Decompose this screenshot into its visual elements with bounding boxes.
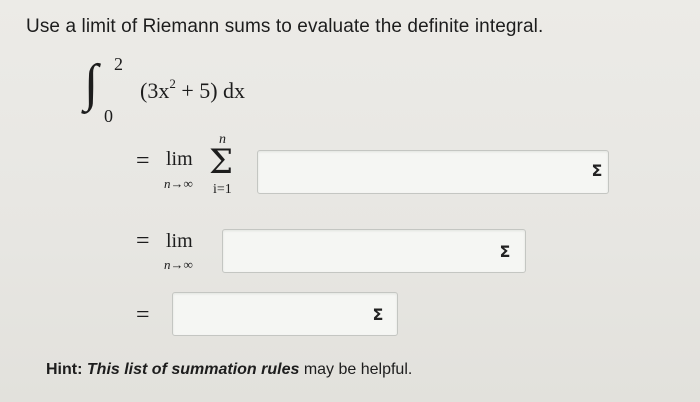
question-title: Use a limit of Riemann sums to evaluate … — [26, 16, 544, 37]
step1-sigma-button[interactable]: Σ — [587, 161, 607, 181]
step1-sigma-symbol: Σ — [209, 142, 234, 182]
step3-answer-input[interactable] — [173, 293, 397, 335]
integral-sign: ∫ — [84, 55, 99, 112]
integrand-rest: + 5) dx — [175, 78, 246, 103]
step2-lim: lim — [166, 230, 193, 252]
step3-sigma-button[interactable]: Σ — [368, 305, 388, 325]
step2-answer-field[interactable] — [222, 229, 526, 273]
step1-answer-input[interactable] — [258, 151, 608, 193]
step1-equals: = — [136, 148, 150, 174]
question-panel: Use a limit of Riemann sums to evaluate … — [0, 0, 700, 402]
step1-summation: n Σ i=1 — [205, 130, 245, 206]
step2-lim-subscript: n→∞ — [164, 257, 193, 272]
integral-upper-limit: 2 — [114, 54, 123, 74]
step1-lim: lim — [166, 148, 193, 170]
step1-lim-subscript: n→∞ — [164, 176, 193, 191]
integrand-base: (3x — [140, 78, 170, 103]
integral-lower-limit: 0 — [104, 106, 113, 126]
summation-rules-link[interactable]: This list of summation rules — [87, 361, 299, 378]
hint-label: Hint: — [46, 361, 83, 378]
step3-equals: = — [136, 302, 150, 328]
step3-answer-field[interactable] — [172, 292, 398, 336]
hint-text: Hint: This list of summation rules may b… — [46, 361, 412, 379]
step1-answer-field[interactable] — [257, 150, 609, 194]
step1-sigma-lower: i=1 — [213, 182, 232, 197]
integrand: (3x2 + 5) dx — [140, 76, 245, 104]
step2-equals: = — [136, 228, 150, 254]
step2-sigma-button[interactable]: Σ — [495, 242, 515, 262]
step2-answer-input[interactable] — [223, 230, 525, 272]
integral-expression: ∫ 2 0 (3x2 + 5) dx — [84, 54, 314, 128]
hint-suffix: may be helpful. — [299, 361, 413, 378]
